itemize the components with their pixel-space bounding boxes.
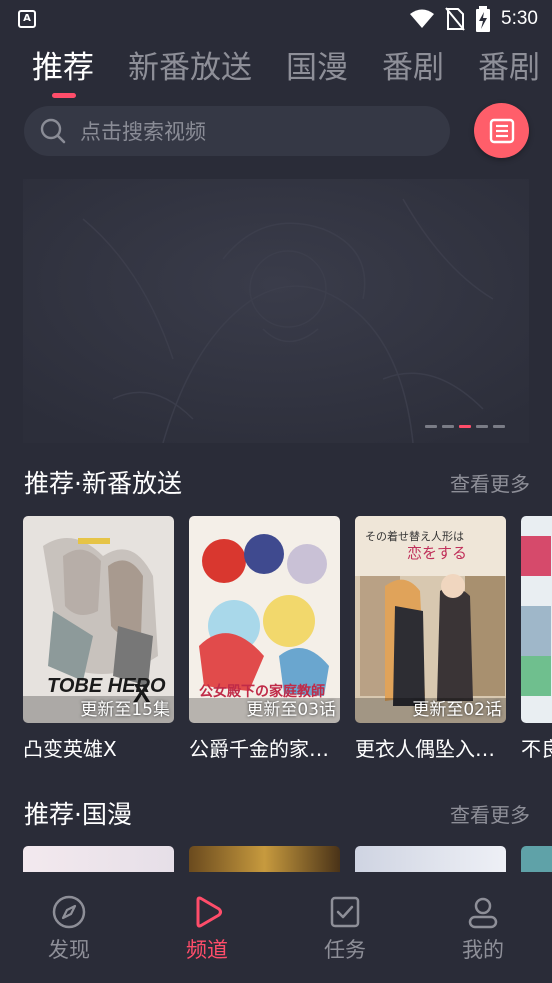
category-menu-button[interactable] [474, 103, 529, 158]
poster-image: 公女殿下の家庭教師 [189, 516, 340, 723]
svg-text:恋をする: 恋をする [407, 544, 467, 562]
section-title: 推荐·新番放送 [24, 469, 182, 498]
card-title: 凸变英雄X [23, 737, 117, 761]
tab-recommend[interactable]: 推荐 [32, 46, 94, 90]
tab-fanju-more[interactable]: 番剧 [478, 46, 540, 90]
card-thumbnail: TOBE HERO X 更新至15集 [23, 516, 174, 723]
svg-text:その着せ替え人形は: その着せ替え人形は [365, 529, 464, 543]
bottom-navigation: 发现 频道 任务 我的 [0, 872, 552, 983]
banner-dot[interactable] [476, 425, 488, 428]
nav-channel[interactable]: 频道 [138, 872, 276, 983]
task-icon [330, 896, 360, 928]
compass-icon [52, 895, 86, 929]
card-thumbnail [521, 516, 552, 723]
section-header-new-anime: 推荐·新番放送 查看更多 [24, 466, 530, 502]
tab-new-anime[interactable]: 新番放送 [128, 46, 252, 90]
nav-label: 任务 [324, 938, 366, 962]
poster-image: その着せ替え人形は 恋をする [355, 516, 506, 723]
tab-guoman[interactable]: 国漫 [286, 46, 348, 90]
guoman-card-thumbnail[interactable] [355, 846, 506, 874]
see-more-link[interactable]: 查看更多 [450, 797, 530, 833]
search-icon [40, 118, 66, 144]
nav-discover[interactable]: 发现 [0, 872, 138, 983]
active-tab-indicator [52, 93, 76, 98]
search-input[interactable]: 点击搜索视频 [24, 106, 450, 156]
nav-label: 频道 [186, 938, 228, 962]
nav-tasks[interactable]: 任务 [276, 872, 414, 983]
battery-icon [476, 6, 491, 32]
card-thumbnail: その着せ替え人形は 恋をする 更新至02话 [355, 516, 506, 723]
banner-pagination [425, 425, 505, 428]
app-screen: A 5:30 推荐 新番放送 国漫 番剧 番剧 点击搜索视频 推荐·新番放送 查… [0, 0, 552, 983]
card-thumbnail: 公女殿下の家庭教師 更新至03话 [189, 516, 340, 723]
poster-image: TOBE HERO X [23, 516, 174, 723]
section-header-guoman: 推荐·国漫 查看更多 [24, 797, 530, 833]
see-more-link[interactable]: 查看更多 [450, 466, 530, 502]
guoman-card-thumbnail[interactable] [189, 846, 340, 874]
status-icons: 5:30 [409, 6, 538, 32]
banner-dot[interactable] [493, 425, 505, 428]
nav-profile[interactable]: 我的 [414, 872, 552, 983]
status-bar: A 5:30 [0, 0, 552, 38]
status-time: 5:30 [501, 8, 538, 29]
nav-label: 我的 [462, 938, 504, 962]
nav-label: 发现 [48, 938, 90, 962]
episode-badge: 更新至15集 [80, 700, 170, 720]
banner-dot[interactable] [425, 425, 437, 428]
card-title: 更衣人偶坠入… [355, 737, 495, 761]
banner-carousel[interactable] [23, 179, 529, 443]
card-title: 公爵千金的家… [189, 737, 329, 761]
section-title: 推荐·国漫 [24, 800, 132, 829]
play-icon [196, 896, 222, 928]
anime-card[interactable]: 公女殿下の家庭教師 更新至03话 公爵千金的家… [189, 516, 340, 762]
list-icon [489, 118, 514, 143]
banner-image [23, 179, 529, 443]
wifi-icon [410, 9, 435, 28]
episode-badge: 更新至03话 [246, 700, 336, 720]
search-placeholder: 点击搜索视频 [80, 120, 206, 144]
top-tab-bar: 推荐 新番放送 国漫 番剧 番剧 [0, 46, 552, 96]
episode-badge: 更新至02话 [412, 700, 502, 720]
user-icon [468, 897, 498, 929]
banner-dot-active[interactable] [459, 425, 471, 428]
poster-image [521, 516, 552, 723]
no-sim-icon [445, 7, 465, 31]
anime-card[interactable]: その着せ替え人形は 恋をする 更新至02话 更衣人偶坠入… [355, 516, 506, 762]
tab-fanju[interactable]: 番剧 [382, 46, 444, 90]
guoman-card-row [0, 846, 552, 874]
card-title: 不良 [521, 737, 552, 761]
anime-card[interactable]: 不良 [521, 516, 552, 762]
anime-card[interactable]: TOBE HERO X 更新至15集 凸变英雄X [23, 516, 174, 762]
guoman-card-thumbnail[interactable] [521, 846, 552, 874]
new-anime-card-row: TOBE HERO X 更新至15集 凸变英雄X 公女殿下の家庭教師 更新至03… [0, 516, 552, 766]
banner-dot[interactable] [442, 425, 454, 428]
app-notification-icon: A [18, 10, 36, 28]
guoman-card-thumbnail[interactable] [23, 846, 174, 874]
